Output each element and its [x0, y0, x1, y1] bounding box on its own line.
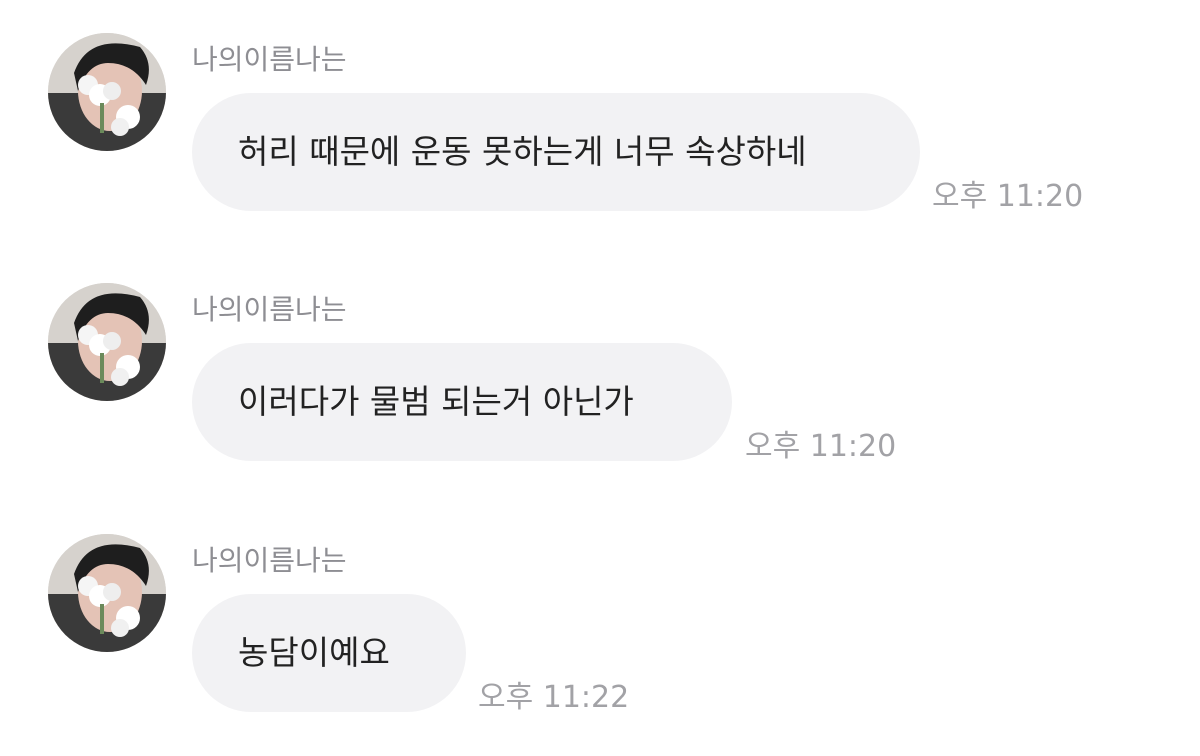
message-timestamp: 오후 11:20 [932, 179, 1084, 214]
sender-name: 나의이름나는 [192, 544, 347, 577]
chat-message: 나의이름나는 허리 때문에 운동 못하는게 너무 속상하네 오후 11:20 [0, 33, 1200, 233]
sender-name: 나의이름나는 [192, 43, 347, 76]
avatar[interactable] [48, 283, 166, 401]
avatar[interactable] [48, 534, 166, 652]
avatar[interactable] [48, 33, 166, 151]
message-text: 농담이예요 [238, 633, 390, 672]
message-text: 허리 때문에 운동 못하는게 너무 속상하네 [238, 132, 807, 171]
sender-name: 나의이름나는 [192, 293, 347, 326]
message-timestamp: 오후 11:22 [478, 680, 630, 715]
profile-photo-icon [48, 33, 166, 151]
profile-photo-icon [48, 534, 166, 652]
message-timestamp: 오후 11:20 [745, 429, 897, 464]
message-bubble[interactable]: 이러다가 물범 되는거 아닌가 [192, 343, 732, 461]
message-bubble[interactable]: 농담이예요 [192, 594, 466, 712]
message-text: 이러다가 물범 되는거 아닌가 [238, 382, 634, 421]
profile-photo-icon [48, 283, 166, 401]
chat-message: 나의이름나는 이러다가 물범 되는거 아닌가 오후 11:20 [0, 283, 1200, 483]
message-bubble[interactable]: 허리 때문에 운동 못하는게 너무 속상하네 [192, 93, 920, 211]
chat-message: 나의이름나는 농담이예요 오후 11:22 [0, 534, 1200, 734]
